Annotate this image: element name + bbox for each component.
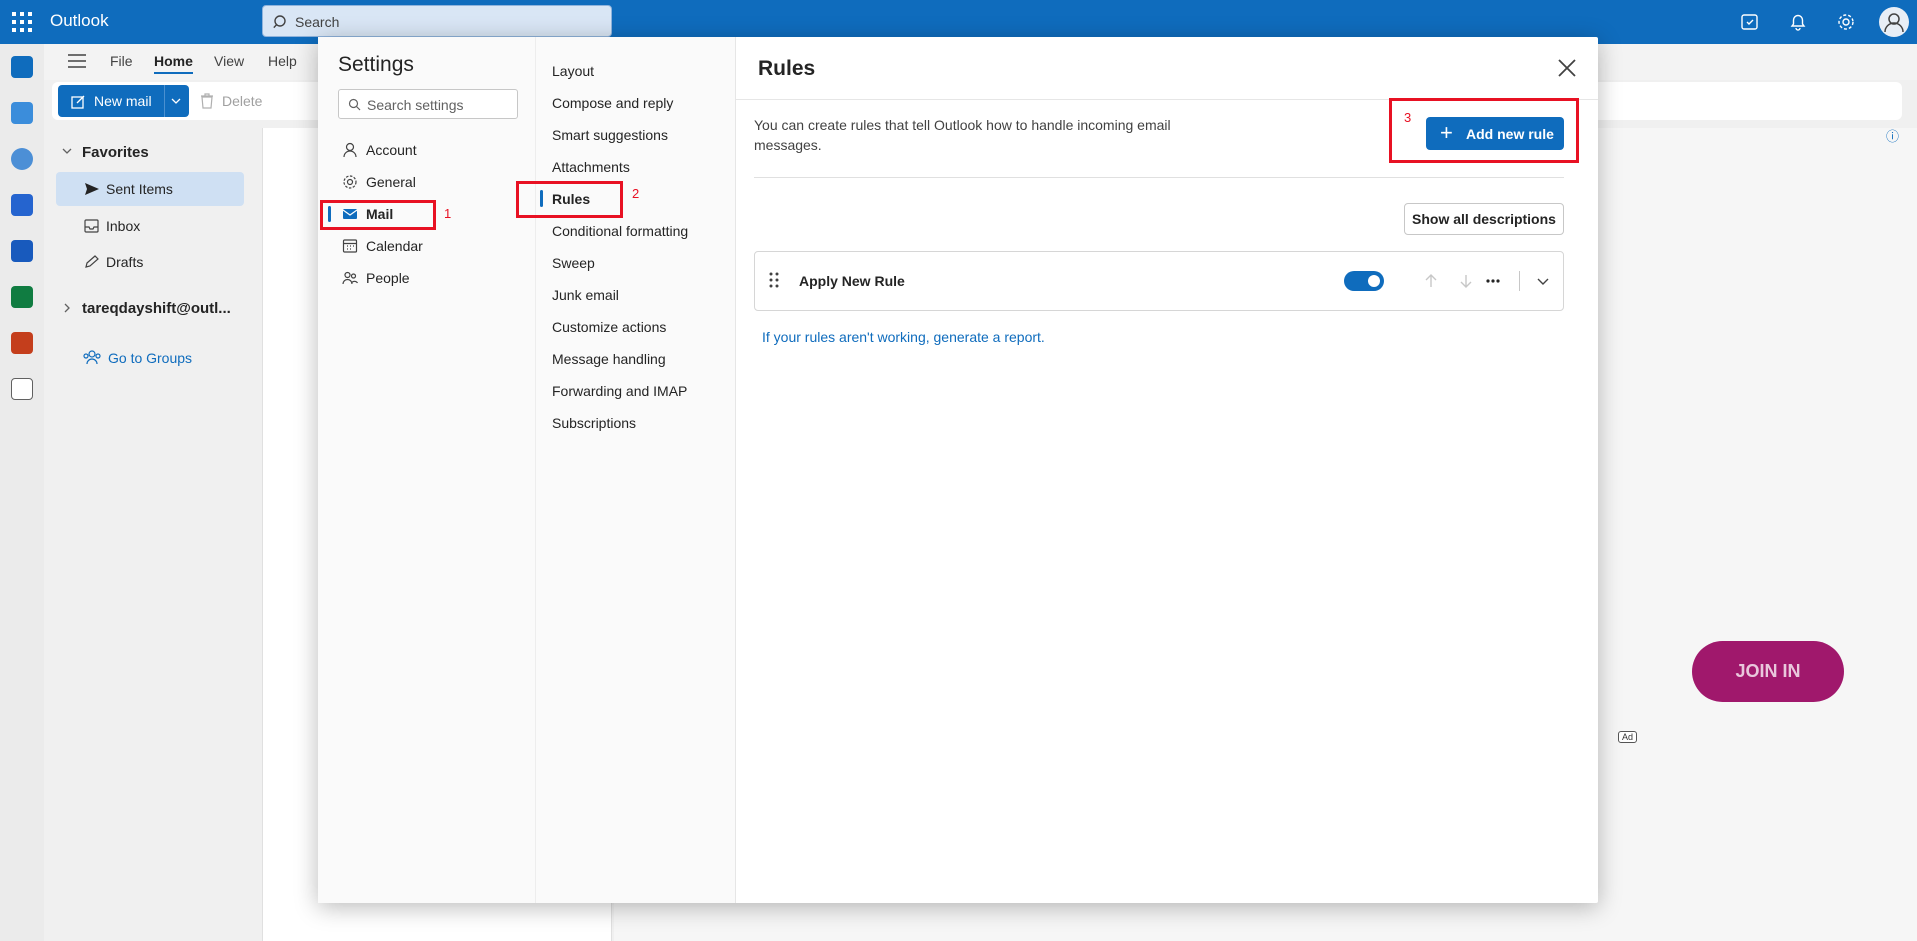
arrow-down-icon[interactable]	[1456, 271, 1476, 291]
my-day-icon[interactable]	[1738, 10, 1762, 34]
tab-file[interactable]: File	[110, 53, 133, 69]
new-mail-label: New mail	[94, 93, 152, 109]
pencil-icon	[85, 255, 99, 268]
send-icon	[85, 183, 99, 195]
gear-icon[interactable]	[1834, 10, 1858, 34]
settings-title: Settings	[338, 53, 414, 76]
settings-section-attachments[interactable]: Attachments	[552, 159, 630, 175]
annotation-number: 3	[1404, 110, 1412, 125]
folder-label: Sent Items	[106, 181, 173, 197]
category-label: Calendar	[366, 238, 423, 254]
annotation-box-add-rule	[1389, 98, 1579, 163]
settings-category-nav	[318, 37, 536, 903]
annotation-number: 1	[444, 206, 452, 221]
favorites-header[interactable]: Favorites	[82, 144, 149, 161]
word-app-icon[interactable]	[11, 240, 33, 262]
people-app-icon[interactable]	[11, 148, 33, 170]
settings-category-calendar[interactable]: Calendar	[336, 232, 496, 260]
new-mail-button[interactable]: New mail	[58, 85, 189, 117]
settings-section-layout[interactable]: Layout	[552, 63, 594, 79]
account-folder[interactable]: tareqdayshift@outl...	[82, 300, 231, 317]
divider	[1519, 271, 1520, 291]
groups-icon	[83, 350, 101, 365]
rules-title: Rules	[758, 57, 816, 80]
tab-home[interactable]: Home	[154, 53, 193, 74]
folder-drafts[interactable]: Drafts	[56, 245, 244, 279]
delete-label: Delete	[222, 93, 263, 109]
gear-icon	[343, 175, 357, 189]
settings-section-forwarding-imap[interactable]: Forwarding and IMAP	[552, 383, 687, 399]
settings-section-junk-email[interactable]: Junk email	[552, 287, 619, 303]
settings-search-input[interactable]: Search settings	[338, 89, 518, 119]
folder-sent-items[interactable]: Sent Items	[56, 172, 244, 206]
arrow-up-icon[interactable]	[1421, 271, 1441, 291]
settings-section-message-handling[interactable]: Message handling	[552, 351, 666, 367]
search-icon	[348, 98, 361, 111]
settings-section-sweep[interactable]: Sweep	[552, 255, 595, 271]
search-input[interactable]: Search	[262, 5, 612, 37]
settings-section-customize-actions[interactable]: Customize actions	[552, 319, 666, 335]
annotation-box-mail	[320, 200, 436, 230]
drag-handle-icon[interactable]	[769, 272, 779, 288]
mail-app-icon[interactable]	[11, 56, 33, 78]
people-icon	[342, 271, 358, 285]
settings-category-general[interactable]: General	[336, 168, 496, 196]
folder-inbox[interactable]: Inbox	[56, 209, 244, 243]
folder-label: Drafts	[106, 254, 144, 270]
calendar-app-icon[interactable]	[11, 102, 33, 124]
person-icon	[343, 142, 357, 158]
category-label: People	[366, 270, 410, 286]
settings-category-people[interactable]: People	[336, 264, 496, 292]
close-icon[interactable]	[1554, 55, 1580, 81]
ad-badge: Ad	[1618, 731, 1638, 743]
tab-help[interactable]: Help	[268, 53, 297, 69]
category-label: Account	[366, 142, 417, 158]
settings-section-smart-suggestions[interactable]: Smart suggestions	[552, 127, 668, 143]
folder-label: Inbox	[106, 218, 141, 234]
inbox-icon	[84, 219, 99, 233]
go-to-groups-link[interactable]: Go to Groups	[108, 350, 192, 366]
settings-section-conditional-formatting[interactable]: Conditional formatting	[552, 223, 688, 239]
trash-icon	[201, 93, 213, 109]
settings-category-account[interactable]: Account	[336, 136, 496, 164]
app-launcher-icon[interactable]	[12, 12, 32, 32]
rule-name: Apply New Rule	[799, 273, 905, 289]
divider	[754, 177, 1564, 178]
search-placeholder: Search	[295, 14, 340, 30]
todo-app-icon[interactable]	[11, 194, 33, 216]
excel-app-icon[interactable]	[11, 286, 33, 308]
settings-section-subscriptions[interactable]: Subscriptions	[552, 415, 636, 431]
chevron-right-icon[interactable]	[64, 303, 70, 313]
chevron-down-icon[interactable]	[171, 98, 181, 104]
join-in-ad-button[interactable]: JOIN IN	[1692, 641, 1844, 702]
chevron-down-icon[interactable]	[62, 148, 72, 154]
rule-enabled-toggle[interactable]	[1344, 271, 1384, 291]
compose-icon	[71, 95, 85, 109]
chevron-down-icon[interactable]	[1533, 271, 1553, 291]
settings-dialog: Settings Search settings Account General…	[318, 37, 1598, 903]
more-options-icon[interactable]	[1483, 271, 1503, 291]
app-rail	[0, 44, 44, 941]
rule-row: Apply New Rule	[754, 251, 1564, 311]
category-label: General	[366, 174, 416, 190]
app-title[interactable]: Outlook	[50, 11, 109, 31]
settings-section-compose[interactable]: Compose and reply	[552, 95, 673, 111]
search-icon	[273, 15, 286, 29]
powerpoint-app-icon[interactable]	[11, 332, 33, 354]
annotation-number: 2	[632, 186, 640, 201]
bell-icon[interactable]	[1786, 10, 1810, 34]
more-apps-icon[interactable]	[11, 378, 33, 400]
tab-view[interactable]: View	[214, 53, 244, 69]
annotation-box-rules	[516, 181, 623, 218]
hamburger-icon[interactable]	[68, 54, 86, 68]
info-icon[interactable]: ⓘ	[1886, 126, 1899, 145]
generate-report-link[interactable]: If your rules aren't working, generate a…	[762, 329, 1045, 345]
show-all-descriptions-button[interactable]: Show all descriptions	[1404, 203, 1564, 235]
avatar[interactable]	[1878, 6, 1910, 38]
calendar-icon	[342, 239, 358, 253]
rules-description: You can create rules that tell Outlook h…	[754, 117, 1171, 153]
settings-search-placeholder: Search settings	[367, 97, 464, 113]
